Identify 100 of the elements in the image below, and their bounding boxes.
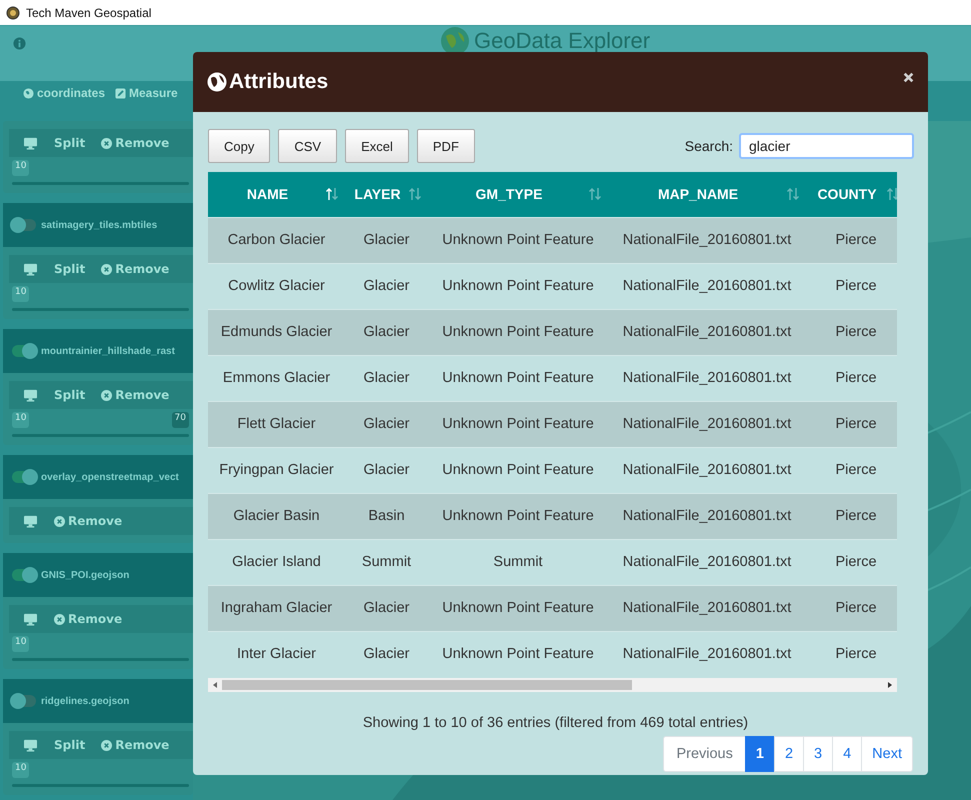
table-cell: Pierce [806,493,897,539]
remove-button[interactable]: Remove [54,514,122,528]
remove-icon [101,390,112,400]
table-cell: Carbon Glacier [208,217,345,263]
table-cell: Pierce [806,401,897,447]
column-header[interactable]: GM_TYPE [428,172,608,217]
sort-icon[interactable] [588,187,602,201]
table-cell: Glacier [345,401,428,447]
split-button[interactable]: Split [54,136,86,150]
table-cell: Glacier [345,631,428,676]
monitor-icon[interactable] [23,388,38,402]
remove-icon [54,614,65,624]
dialog-title: Attributes [229,70,328,94]
globe-icon [23,88,34,98]
table-cell: Unknown Point Feature [428,401,608,447]
scroll-right-icon[interactable] [887,680,893,688]
remove-button[interactable]: Remove [101,388,170,402]
search-label: Search: [684,138,733,154]
table-cell: NationalFile_20160801.txt [608,493,806,539]
slider-min-label: 10 [12,762,30,778]
table-cell: Pierce [806,309,897,355]
scroll-left-icon[interactable] [212,680,218,688]
layer-name: mountrainier_hillshade_rast [41,346,175,356]
monitor-icon[interactable] [23,738,38,752]
column-header[interactable]: MAP_NAME [608,172,806,217]
table-cell: NationalFile_20160801.txt [608,585,806,631]
layer-name: satimagery_tiles.mbtiles [41,220,158,230]
table-cell: Ingraham Glacier [208,585,345,631]
table-cell: NationalFile_20160801.txt [608,631,806,676]
table-cell: Basin [345,493,428,539]
table-cell: Unknown Point Feature [428,493,608,539]
export-button[interactable]: Excel [345,129,409,163]
table-cell: Unknown Point Feature [428,217,608,263]
table-cell: Unknown Point Feature [428,585,608,631]
monitor-icon[interactable] [23,262,38,276]
remove-button[interactable]: Remove [101,738,170,752]
page-link[interactable]: 4 [832,736,862,772]
remove-icon [54,516,65,526]
export-button[interactable]: PDF [416,129,475,163]
column-header[interactable]: NAME [208,172,345,217]
sort-icon[interactable] [408,187,422,201]
sort-icon[interactable] [325,187,339,201]
table-cell: Inter Glacier [208,631,345,676]
export-button[interactable]: CSV [278,129,338,163]
remove-icon [101,740,112,750]
sort-icon[interactable] [786,187,800,201]
slider-min-label: 10 [12,286,30,302]
table-cell: Pierce [806,631,897,676]
remove-button[interactable]: Remove [101,136,170,150]
table-cell: NationalFile_20160801.txt [608,309,806,355]
table-cell: Edmunds Glacier [208,309,345,355]
close-icon[interactable] [903,72,914,82]
table-cell: Flett Glacier [208,401,345,447]
slider-min-label: 10 [12,636,30,652]
monitor-icon[interactable] [23,514,38,528]
page-link[interactable]: 3 [803,736,834,772]
column-header[interactable]: LAYER [345,172,428,217]
remove-button[interactable]: Remove [101,262,170,276]
globe-icon [207,72,227,92]
horizontal-scrollbar[interactable] [208,678,897,692]
remove-icon [101,264,112,274]
page-link[interactable]: Previous [663,736,746,772]
layer-toggle[interactable] [12,219,36,231]
table-cell: NationalFile_20160801.txt [608,217,806,263]
search-field[interactable]: glacier [739,133,914,159]
info-icon[interactable] [13,37,26,50]
page-link[interactable]: 2 [774,736,804,772]
entries-info: Showing 1 to 10 of 36 entries (filtered from 469 total entries) [362,714,748,730]
window-title: Tech Maven Geospatial [26,6,152,20]
layer-name: GNIS_POI.geojson [41,570,130,580]
pencil-icon [115,88,126,98]
remove-icon [101,138,112,148]
monitor-icon[interactable] [23,136,38,150]
split-button[interactable]: Split [54,388,86,402]
split-button[interactable]: Split [54,738,86,752]
nav-link[interactable]: Measure [115,86,178,100]
table-cell: Glacier [345,217,428,263]
layer-toggle[interactable] [12,345,36,357]
layer-toggle[interactable] [12,471,36,483]
remove-button[interactable]: Remove [54,612,122,626]
app-title: GeoData Explorer [474,29,650,53]
monitor-icon[interactable] [23,612,38,626]
table-cell: Pierce [806,585,897,631]
table-cell: Unknown Point Feature [428,631,608,676]
page-link[interactable]: Next [861,736,913,772]
nav-link[interactable]: coordinates [23,86,106,100]
slider-value-label: 70 [172,412,189,428]
layer-toggle[interactable] [12,695,36,707]
app-icon [6,6,20,20]
page-link[interactable]: 1 [744,736,775,772]
column-header[interactable]: COUNTY [806,172,897,217]
layer-name: overlay_openstreetmap_vect [41,472,179,482]
split-button[interactable]: Split [54,262,86,276]
table-cell: Pierce [806,217,897,263]
sort-icon[interactable] [886,187,897,201]
table-cell: Unknown Point Feature [428,309,608,355]
table-cell: Glacier [345,309,428,355]
export-button[interactable]: Copy [208,129,270,163]
layer-toggle[interactable] [12,569,36,581]
table-cell: Glacier [345,585,428,631]
